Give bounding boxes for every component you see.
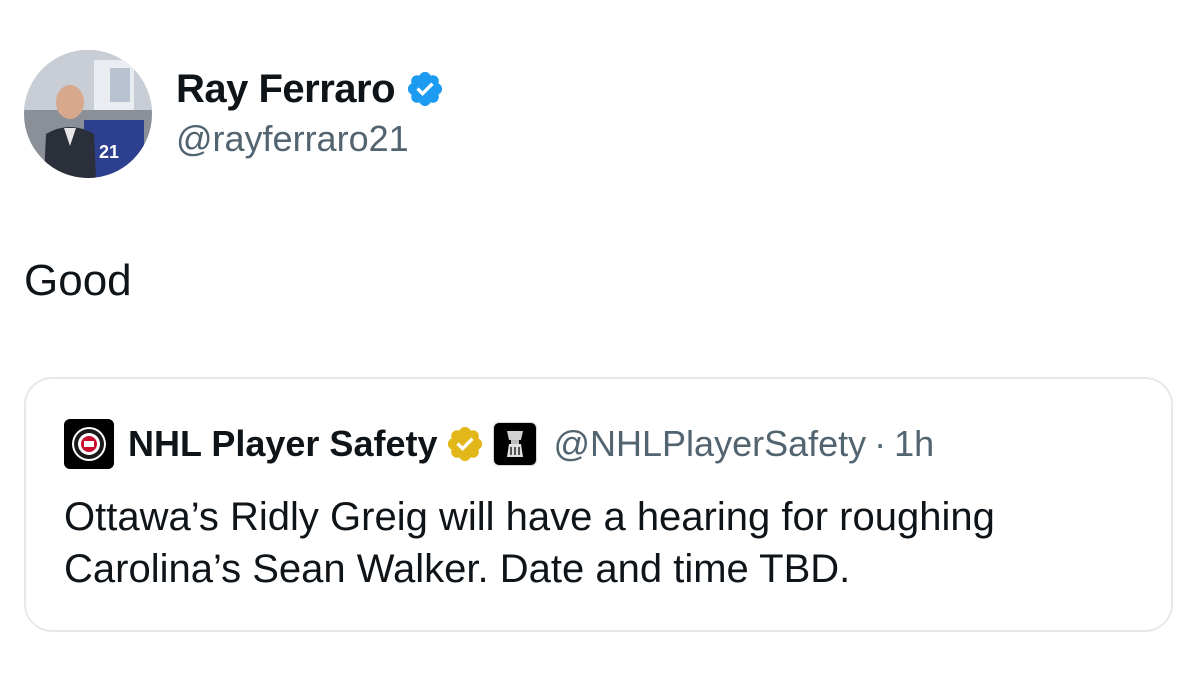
author-avatar[interactable]: 21 <box>24 50 152 178</box>
quoted-author-handle[interactable]: @NHLPlayerSafety <box>553 423 866 465</box>
quoted-tweet-card[interactable]: NHL Player Safety @NHLPlayerSafety · 1h … <box>24 377 1173 632</box>
quoted-author-avatar[interactable] <box>64 419 114 469</box>
quoted-author-name[interactable]: NHL Player Safety <box>128 423 437 465</box>
gold-verified-icon <box>445 424 485 464</box>
author-name[interactable]: Ray Ferraro <box>176 67 396 112</box>
quoted-tweet-header: NHL Player Safety @NHLPlayerSafety · 1h <box>64 419 934 469</box>
tweet-text: Good <box>24 256 132 305</box>
verified-badge-icon <box>405 69 445 109</box>
faded-overlay <box>910 60 1170 220</box>
stanley-cup-affiliate-icon[interactable] <box>493 422 538 466</box>
quoted-tweet-text: Ottawa’s Ridly Greig will have a hearing… <box>64 495 995 591</box>
author-handle[interactable]: @rayferraro21 <box>176 118 409 160</box>
svg-text:21: 21 <box>99 142 119 162</box>
meta-separator: · <box>874 423 887 464</box>
author-name-row: Ray Ferraro <box>176 64 445 114</box>
quoted-tweet-time[interactable]: 1h <box>894 423 934 465</box>
